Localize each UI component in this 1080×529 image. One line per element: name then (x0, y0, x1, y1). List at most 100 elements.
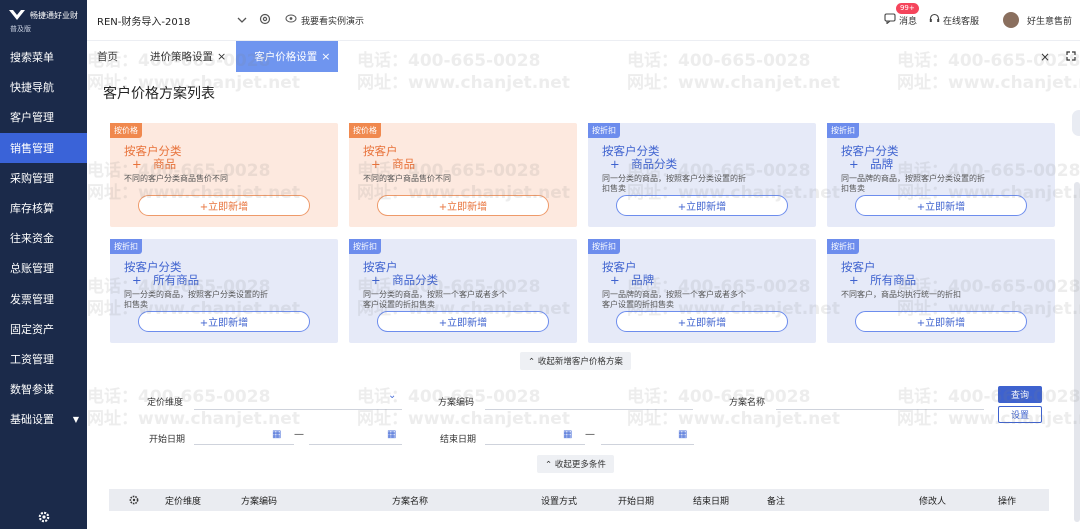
sidebar-item[interactable]: 销售管理 (0, 132, 87, 163)
tab-home[interactable]: 首页 (87, 41, 128, 72)
sidebar-item[interactable]: 往来资金 (0, 223, 87, 253)
tab-label: 客户价格设置 (254, 51, 318, 63)
sidebar-item-label: 客户管理 (10, 111, 54, 125)
sidebar-item[interactable]: 采购管理 (0, 163, 87, 193)
sidebar-item[interactable]: 数智参谋 (0, 374, 87, 404)
sidebar-item-label: 采购管理 (10, 171, 54, 185)
close-icon[interactable]: × (217, 50, 226, 63)
card-description: 同一品牌的商品，按照客户分类设置的折扣售卖 (841, 174, 985, 193)
fullscreen-icon[interactable] (1066, 50, 1076, 64)
add-new-button[interactable]: +立即新增 (377, 311, 549, 332)
tab-label: 进价策略设置 (150, 51, 213, 63)
calendar-icon[interactable]: ▦ (387, 429, 396, 440)
avatar (1002, 12, 1019, 28)
collapse-more-filters-button[interactable]: ⌃ 收起更多条件 (537, 455, 614, 473)
sidebar-item[interactable]: 发票管理 (0, 284, 87, 314)
column-header[interactable]: 方案编码 (241, 489, 277, 511)
calendar-icon[interactable]: ▦ (272, 429, 281, 440)
sidebar-item[interactable]: 固定资产 (0, 314, 87, 344)
message-icon (884, 13, 896, 27)
column-header[interactable]: 操作 (998, 489, 1016, 511)
scheme-name-input[interactable] (776, 394, 984, 410)
scheme-card: 按价格 按客户 + 商品 不同的客户商品售价不同 +立即新增 (349, 123, 577, 227)
close-icon[interactable]: × (321, 50, 330, 63)
top-bar: REN-财务导入-2018 我要看实例演示 99+ 消息 在线客服 好生意售前 (87, 0, 1080, 40)
column-header[interactable]: 备注 (767, 489, 785, 511)
scheme-card: 按折扣 按客户分类 + 品牌 同一品牌的商品，按照客户分类设置的折扣售卖 +立即新增 (827, 123, 1055, 227)
column-settings-icon[interactable] (129, 489, 139, 511)
card-description: 同一分类的商品，按照客户分类设置的折扣售卖 (602, 174, 746, 193)
add-new-button[interactable]: +立即新增 (377, 195, 549, 216)
user-menu[interactable]: 好生意售前 (1002, 12, 1072, 28)
price-dimension-select[interactable] (194, 394, 402, 410)
tab-customer-price-settings[interactable]: 客户价格设置 × (236, 41, 339, 72)
sidebar-item-label: 基础设置 (10, 413, 54, 427)
scheme-card: 按折扣 按客户分类 + 所有商品 同一分类的商品，按照客户分类设置的折扣售卖 +立即新增 (110, 239, 338, 343)
chevron-down-icon[interactable]: ⌄ (388, 390, 396, 401)
add-new-button[interactable]: +立即新增 (138, 195, 310, 216)
add-new-button[interactable]: +立即新增 (855, 195, 1027, 216)
add-new-button[interactable]: +立即新增 (855, 311, 1027, 332)
demo-link[interactable]: 我要看实例演示 (285, 14, 364, 27)
sidebar-item[interactable]: 基础设置 ▼ (0, 404, 87, 434)
card-tag: 按折扣 (588, 239, 620, 254)
date-range-separator: — (585, 429, 595, 440)
messages-badge: 99+ (895, 3, 919, 14)
account-selector[interactable]: REN-财务导入-2018 (97, 13, 271, 28)
sidebar-settings[interactable] (0, 507, 87, 529)
sidebar-item[interactable]: 工资管理 (0, 344, 87, 374)
card-subtitle: + 所有商品 (132, 273, 200, 287)
sidebar-item-label: 往来资金 (10, 232, 54, 246)
scheme-card: 按价格 按客户分类 + 商品 不同的客户分类商品售价不同 +立即新增 (110, 123, 338, 227)
column-header[interactable]: 开始日期 (618, 489, 654, 511)
card-subtitle: + 商品分类 (610, 157, 678, 171)
account-name: REN-财务导入-2018 (97, 16, 191, 28)
column-header[interactable]: 定价维度 (165, 489, 201, 511)
column-header[interactable]: 方案名称 (392, 489, 428, 511)
card-subtitle: + 品牌 (849, 157, 894, 171)
account-settings-icon[interactable] (259, 13, 271, 28)
sidebar-item-label: 发票管理 (10, 292, 54, 306)
card-tag: 按折扣 (110, 239, 142, 254)
card-description: 同一分类的商品，按照一个客户或者多个客户设置的折扣售卖 (363, 290, 507, 309)
column-header[interactable]: 结束日期 (693, 489, 729, 511)
card-subtitle: + 商品 (371, 157, 416, 171)
collapse-cards-button[interactable]: ⌃ 收起新增客户价格方案 (520, 352, 631, 370)
calendar-icon[interactable]: ▦ (678, 429, 687, 440)
query-button[interactable]: 查询 (998, 386, 1042, 403)
end-date-label: 结束日期 (440, 435, 477, 445)
card-description: 不同的客户商品售价不同 (363, 174, 451, 183)
add-new-button[interactable]: +立即新增 (616, 311, 788, 332)
sidebar-item[interactable]: 搜索菜单 (0, 42, 87, 72)
column-header[interactable]: 设置方式 (541, 489, 577, 511)
sidebar-item[interactable]: 客户管理 (0, 102, 87, 132)
eye-icon (285, 14, 297, 26)
scheme-code-input[interactable] (485, 394, 693, 410)
sidebar-item[interactable]: 快捷导航 (0, 72, 87, 102)
vertical-scrollbar[interactable] (1074, 182, 1080, 522)
messages-button[interactable]: 99+ 消息 (884, 3, 919, 27)
app-logo[interactable]: 畅捷通好业财 普及版 (0, 0, 87, 42)
calendar-icon[interactable]: ▦ (563, 429, 572, 440)
collapse-cards-label: 收起新增客户价格方案 (537, 357, 623, 367)
sidebar-item[interactable]: 总账管理 (0, 253, 87, 283)
add-new-button[interactable]: +立即新增 (616, 195, 788, 216)
side-float-tool[interactable] (1072, 110, 1080, 136)
gear-icon[interactable] (38, 511, 50, 526)
card-description: 不同客户，商品均执行统一的折扣 (841, 290, 961, 299)
tab-label: 首页 (97, 51, 118, 63)
sidebar-item-label: 总账管理 (10, 262, 54, 276)
demo-link-label: 我要看实例演示 (301, 16, 365, 27)
chevron-down-icon[interactable] (237, 15, 247, 26)
online-service-button[interactable]: 在线客服 (929, 13, 979, 27)
close-all-tabs-icon[interactable]: × (1040, 50, 1050, 64)
sidebar-item-label: 固定资产 (10, 322, 54, 336)
tab-purchase-price-strategy[interactable]: 进价策略设置 × (128, 41, 236, 72)
user-name: 好生意售前 (1026, 16, 1072, 27)
add-new-button[interactable]: +立即新增 (138, 311, 310, 332)
sidebar: 畅捷通好业财 普及版 搜索菜单 快捷导航客户管理销售管理采购管理库存核算往来资金总… (0, 0, 87, 529)
column-header[interactable]: 修改人 (919, 489, 946, 511)
sidebar-item[interactable]: 库存核算 (0, 193, 87, 223)
card-subtitle: + 所有商品 (849, 273, 917, 287)
settings-button[interactable]: 设置 (998, 406, 1042, 423)
